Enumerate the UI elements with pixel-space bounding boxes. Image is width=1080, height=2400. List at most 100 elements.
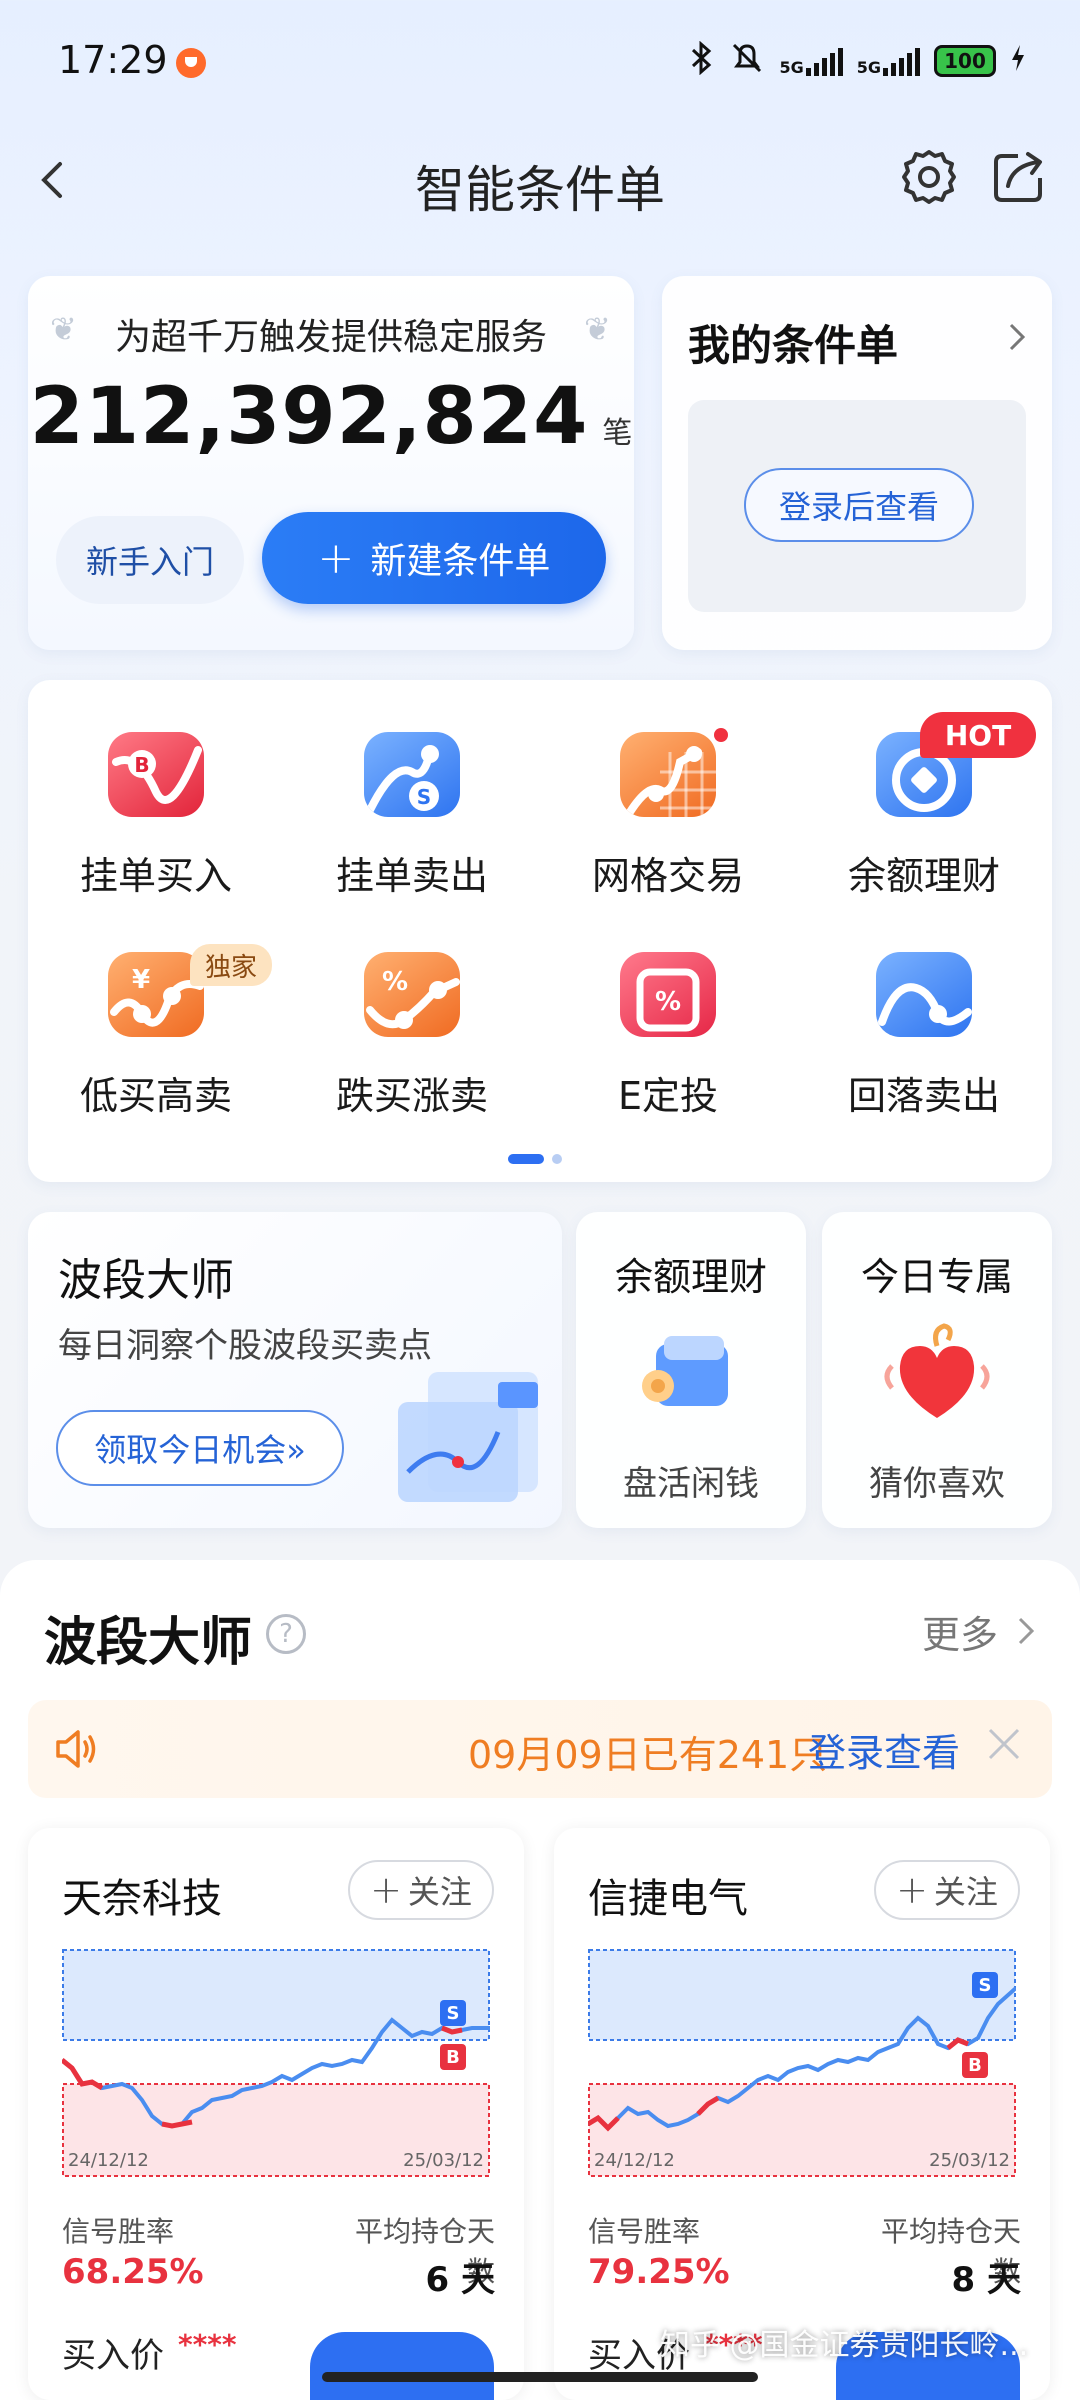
stock-card[interactable]: 信捷电气 + 关注 S B 24/12/12 25/03/12 信号胜率 79.2…: [554, 1828, 1050, 2400]
buy-price-hidden: ****: [178, 2328, 237, 2361]
stock-chart: S B 24/12/12 25/03/12: [60, 1948, 490, 2178]
signal-2-icon: 5G: [857, 46, 920, 76]
follow-button[interactable]: + 关注: [348, 1860, 494, 1920]
tool-label: 网格交易: [591, 854, 744, 898]
status-time: 17:29: [58, 38, 168, 82]
login-view-button[interactable]: [310, 2332, 494, 2400]
tool-label: 挂单买入: [79, 854, 232, 898]
tool-grid-trade[interactable]: 网格交易: [540, 680, 796, 900]
tool-dip-buy-rise-sell[interactable]: % 跌买涨卖: [284, 900, 540, 1120]
status-icons: 5G 5G 100: [689, 40, 1026, 82]
buy-marker: B: [446, 2047, 460, 2068]
get-opportunity-button[interactable]: 领取今日机会»: [56, 1410, 344, 1486]
svg-text:B: B: [134, 753, 149, 777]
svg-text:%: %: [655, 987, 681, 1017]
my-orders-card[interactable]: 我的条件单: [662, 276, 1052, 650]
stock-name: 信捷电气: [588, 1876, 748, 1922]
notice-bar: 09月09日已有241只 登录查看: [28, 1700, 1052, 1798]
svg-text:S: S: [417, 785, 431, 809]
page-indicator-active: [508, 1154, 544, 1164]
battery-icon: 100: [934, 45, 996, 77]
win-rate-label: 信号胜率: [588, 2215, 701, 2248]
service-stats-card: ❦ 为超千万触发提供稳定服务 ❦ 212,392,824 笔 新手入门 + 新建条…: [28, 276, 634, 650]
stock-card[interactable]: 天奈科技 + 关注 S B 24/12/12 25/03/12 信号胜率 68.2…: [28, 1828, 524, 2400]
promo-bottom: 盘活闲钱: [623, 1464, 759, 1504]
svg-text:%: %: [382, 967, 408, 997]
wave-master-promo[interactable]: 波段大师 每日洞察个股波段买卖点 领取今日机会»: [28, 1212, 562, 1528]
heart-gift-icon: [882, 1316, 992, 1436]
tool-sell-order[interactable]: S 挂单卖出: [284, 680, 540, 900]
bluetooth-icon: [689, 40, 715, 81]
follow-label: 关注: [407, 1873, 472, 1911]
stock-chart: S B 24/12/12 25/03/12: [586, 1948, 1018, 2178]
tool-e-invest[interactable]: % E定投: [540, 900, 796, 1120]
follow-button[interactable]: + 关注: [874, 1860, 1020, 1920]
help-icon[interactable]: ?: [266, 1614, 306, 1654]
plus-icon: +: [317, 532, 355, 584]
tool-low-buy-high-sell[interactable]: ¥ 低买高卖: [28, 900, 284, 1120]
share-icon[interactable]: [988, 146, 1050, 208]
pullback-sell-icon: [876, 952, 972, 1037]
notice-text: 09月09日已有241只: [468, 1733, 828, 1777]
win-rate-label: 信号胜率: [62, 2215, 175, 2248]
settings-gear-icon[interactable]: [898, 146, 960, 208]
promo-subtitle: 每日洞察个股波段买卖点: [58, 1326, 432, 1366]
hold-days-value: 6 天: [425, 2260, 496, 2300]
beginner-guide-button[interactable]: 新手入门: [56, 516, 244, 604]
date-start: 24/12/12: [594, 2150, 675, 2171]
section-title: 波段大师: [44, 1613, 253, 1673]
promo-bottom: 猜你喜欢: [869, 1464, 1005, 1504]
speaker-icon: [52, 1726, 100, 1772]
sell-marker: S: [447, 2003, 460, 2024]
chevron-right-icon[interactable]: [1014, 1616, 1038, 1646]
buy-marker: B: [968, 2055, 982, 2076]
tool-label: 回落卖出: [847, 1074, 1000, 1118]
plus-icon: +: [896, 1868, 928, 1912]
promo-title: 今日专属: [860, 1255, 1013, 1299]
notification-app-icon: [176, 48, 206, 78]
stock-name: 天奈科技: [62, 1876, 222, 1922]
tool-pullback-sell[interactable]: 回落卖出: [796, 900, 1052, 1120]
plus-icon: +: [370, 1868, 402, 1912]
tool-buy-order[interactable]: B 挂单买入: [28, 680, 284, 900]
create-order-button[interactable]: + 新建条件单: [262, 512, 606, 604]
e-invest-icon: %: [620, 952, 716, 1037]
order-count-unit: 笔: [602, 416, 633, 451]
today-exclusive-promo[interactable]: 今日专属 猜你喜欢: [822, 1212, 1052, 1528]
chevron-right-icon: [1002, 322, 1032, 352]
home-indicator[interactable]: [322, 2372, 758, 2382]
buy-price-label: 买入价: [62, 2336, 164, 2376]
exclusive-badge: 独家: [190, 944, 272, 986]
tool-label: 跌买涨卖: [335, 1074, 488, 1118]
watermark-text: 知乎 @国金证券贵阳长岭...: [660, 2328, 1029, 2363]
hold-days-value: 8 天: [951, 2260, 1022, 2300]
signal-1-icon: 5G: [779, 46, 843, 76]
win-rate-value: 68.25%: [62, 2252, 204, 2292]
mute-bell-icon: [729, 40, 765, 82]
dip-buy-rise-sell-icon: %: [364, 952, 460, 1037]
more-link[interactable]: 更多: [922, 1604, 998, 1659]
date-end: 25/03/12: [929, 2150, 1010, 2171]
laurel-right-icon: ❦: [584, 310, 611, 348]
tool-label: 挂单卖出: [335, 854, 488, 898]
notice-login-link[interactable]: 登录查看: [808, 1722, 960, 1777]
chart-illustration-icon: [388, 1362, 558, 1516]
page-indicator: [552, 1154, 562, 1164]
tool-label: 余额理财: [847, 854, 1000, 898]
close-icon[interactable]: [984, 1724, 1024, 1764]
charging-icon: [1010, 43, 1026, 79]
login-view-button[interactable]: 登录后查看: [744, 468, 974, 542]
new-dot-badge: [714, 728, 728, 742]
promo-title: 波段大师: [58, 1255, 234, 1306]
balance-wealth-promo[interactable]: 余额理财 盘活闲钱: [576, 1212, 806, 1528]
wallet-icon: [636, 1320, 746, 1434]
order-count: 212,392,824 笔: [28, 372, 634, 462]
grid-trade-icon: [620, 732, 716, 817]
service-subtitle: 为超千万触发提供稳定服务: [114, 317, 547, 358]
buy-order-icon: B: [108, 732, 204, 817]
date-end: 25/03/12: [403, 2150, 484, 2171]
order-count-value: 212,392,824: [29, 372, 589, 462]
svg-text:¥: ¥: [132, 965, 150, 995]
tools-grid: B 挂单买入 S 挂单卖出 网格交易 余额理财 ¥ 低买高卖 % 跌买涨卖 % …: [28, 680, 1052, 1182]
sell-order-icon: S: [364, 732, 460, 817]
